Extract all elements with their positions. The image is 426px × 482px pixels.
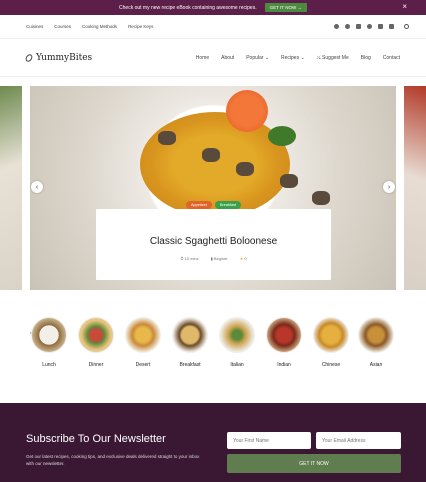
get-it-now-button[interactable]: GET IT NOW → (264, 3, 307, 12)
category-italian[interactable]: Italian (217, 317, 257, 368)
nav-suggest-me[interactable]: ⤯ Suggest Me (317, 55, 349, 61)
category-image (78, 317, 114, 353)
category-breakfast[interactable]: Breakfast (170, 317, 210, 368)
instagram-icon[interactable] (356, 24, 361, 29)
facebook-icon[interactable] (334, 24, 339, 29)
main-navigation: YummyBites Home About Popular ⌄ Recipes … (0, 39, 426, 77)
carrot-garnish (226, 90, 268, 132)
nav-contact[interactable]: Contact (383, 55, 400, 61)
tag-breakfast[interactable]: Breakfast (215, 201, 242, 209)
truffle-piece (158, 131, 176, 145)
category-label: Dinner (88, 362, 104, 368)
nav-about[interactable]: About (221, 55, 234, 61)
category-label: Indian (277, 362, 291, 368)
category-image (172, 317, 208, 353)
difficulty: ▮ Beginer (210, 256, 228, 261)
category-label: Chinese (321, 362, 341, 368)
difficulty-value: Beginer (213, 256, 228, 261)
newsletter-description: Get our latest recipes, cooking tips, an… (26, 454, 200, 466)
category-image (313, 317, 349, 353)
cook-time: ⏱ 15 mins (180, 256, 199, 261)
basil-garnish (268, 126, 296, 146)
newsletter-section: Subscribe To Our Newsletter Get our late… (0, 403, 426, 482)
prev-slide-image[interactable] (0, 86, 22, 290)
nav-blog[interactable]: Blog (361, 55, 371, 61)
util-link-cooking-methods[interactable]: Cooking Methods (82, 24, 117, 29)
category-image (266, 317, 302, 353)
twitter-icon[interactable] (345, 24, 350, 29)
truffle-piece (236, 162, 254, 176)
truffle-piece (280, 174, 298, 188)
nav-popular[interactable]: Popular ⌄ (246, 55, 269, 61)
subscribe-button[interactable]: GET IT NOW (227, 454, 401, 473)
category-desert[interactable]: Desert (123, 317, 163, 368)
util-link-recipe-keys[interactable]: Recipe Keys (128, 24, 153, 29)
youtube-icon[interactable] (378, 24, 383, 29)
announcement-text: Check out my new recipe eBook containing… (119, 4, 257, 11)
slider-prev-button[interactable]: ‹ (31, 181, 43, 193)
category-label: Breakfast (179, 362, 201, 368)
category-label: Italian (230, 362, 244, 368)
truffle-piece (202, 148, 220, 162)
category-indian[interactable]: Indian (264, 317, 304, 368)
tag-appetizer[interactable]: Appetizer (185, 201, 212, 209)
brand-name: YummyBites (36, 52, 93, 63)
category-label: Lunch (42, 362, 56, 368)
category-image (358, 317, 394, 353)
category-image (31, 317, 67, 353)
nav-home[interactable]: Home (196, 55, 209, 61)
next-slide-image[interactable] (404, 86, 426, 290)
first-name-input[interactable] (227, 432, 311, 449)
category-label: Desert (135, 362, 151, 368)
category-dinner[interactable]: Dinner (76, 317, 116, 368)
pinterest-icon[interactable] (367, 24, 372, 29)
hero-slider: ‹ › Appetizer Breakfast Classic Sgaghett… (0, 86, 426, 290)
utility-bar: Cuisines Courses Cooking Methods Recipe … (0, 15, 426, 39)
rating: ★ 0 (239, 256, 247, 261)
category-asian[interactable]: Asian (356, 317, 396, 368)
email-input[interactable] (316, 432, 401, 449)
nav-recipes[interactable]: Recipes ⌄ (281, 55, 305, 61)
category-label: Asian (369, 362, 383, 368)
category-chinese[interactable]: Chinese (311, 317, 351, 368)
search-icon[interactable] (404, 24, 409, 29)
slider-next-button[interactable]: › (383, 181, 395, 193)
util-link-courses[interactable]: Courses (54, 24, 71, 29)
close-icon[interactable]: × (402, 2, 407, 11)
util-link-cuisines[interactable]: Cuisines (26, 24, 43, 29)
announcement-bar: Check out my new recipe eBook containing… (0, 0, 426, 15)
recipe-title[interactable]: Classic Sgaghetti Boloonese (96, 236, 331, 247)
category-image (219, 317, 255, 353)
cook-time-value: 15 mins (184, 256, 199, 261)
rating-value: 0 (244, 256, 247, 261)
category-lunch[interactable]: Lunch (29, 317, 69, 368)
tiktok-icon[interactable] (389, 24, 394, 29)
spoon-icon (24, 52, 34, 63)
recipe-card[interactable]: Appetizer Breakfast Classic Sgaghetti Bo… (96, 201, 331, 280)
category-carousel: ‹ › Lunch Dinner Desert Breakfast Italia… (0, 317, 426, 377)
site-logo[interactable]: YummyBites (24, 52, 93, 63)
category-image (125, 317, 161, 353)
newsletter-heading: Subscribe To Our Newsletter (26, 433, 166, 445)
